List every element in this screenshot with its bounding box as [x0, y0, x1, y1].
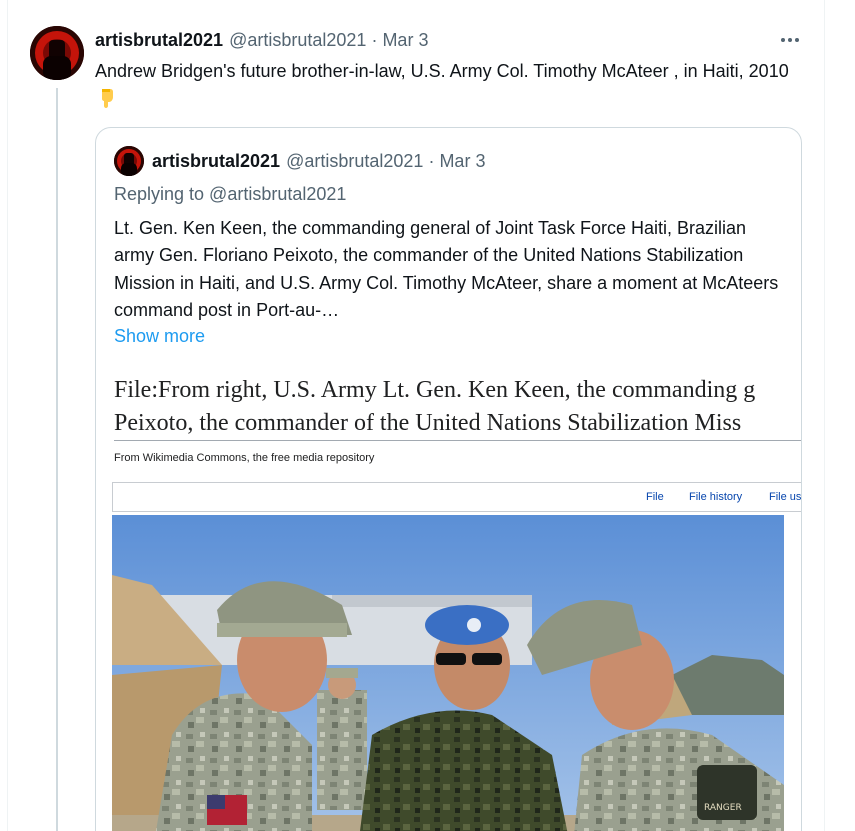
wiki-tabs-bar: File File history File usa — [112, 482, 801, 512]
backhand-index-pointing-down-icon — [102, 89, 113, 108]
separator-dot: · — [371, 29, 378, 50]
quoted-tweet-card[interactable]: artisbrutal2021 @artisbrutal2021 · Mar 3… — [95, 127, 802, 831]
tweet-header: artisbrutal2021 @artisbrutal2021 · Mar 3 — [95, 28, 428, 52]
author-name[interactable]: artisbrutal2021 — [95, 30, 223, 51]
wiki-tab-file[interactable]: File — [646, 491, 664, 503]
wiki-subtitle: From Wikimedia Commons, the free media r… — [114, 452, 375, 464]
soldiers-photo: RANGER — [112, 515, 784, 831]
quoted-tweet-text: Lt. Gen. Ken Keen, the commanding genera… — [114, 218, 779, 320]
tweet-date[interactable]: Mar 3 — [382, 30, 428, 51]
author-handle[interactable]: @artisbrutal2021 — [229, 30, 366, 51]
more-dot-icon — [788, 38, 792, 42]
wiki-title-line-2: Peixoto, the commander of the United Nat… — [114, 410, 742, 436]
more-options-button[interactable] — [776, 28, 804, 52]
ranger-patch-text: RANGER — [704, 803, 742, 813]
wiki-title-line-1: File:From right, U.S. Army Lt. Gen. Ken … — [114, 377, 756, 403]
wiki-title-divider — [114, 440, 801, 441]
wiki-tab-file-history[interactable]: File history — [689, 491, 742, 503]
separator-dot: · — [428, 150, 435, 171]
thread-line — [56, 88, 58, 831]
author-avatar[interactable] — [30, 26, 84, 80]
right-border — [824, 0, 825, 831]
left-border — [7, 0, 8, 831]
more-dot-icon — [781, 38, 785, 42]
tweet-media-image[interactable]: File:From right, U.S. Army Lt. Gen. Ken … — [96, 360, 801, 831]
wiki-file-title: File:From right, U.S. Army Lt. Gen. Ken … — [114, 374, 801, 440]
replying-to-label: Replying to @artisbrutal2021 — [114, 184, 347, 204]
tweet-text: Andrew Bridgen's future brother-in-law, … — [95, 58, 795, 112]
more-dot-icon — [795, 38, 799, 42]
tweet-body: Andrew Bridgen's future brother-in-law, … — [95, 61, 789, 81]
quoted-author-avatar[interactable] — [114, 146, 144, 176]
quoted-author-handle[interactable]: @artisbrutal2021 — [286, 151, 423, 172]
quoted-tweet-date[interactable]: Mar 3 — [439, 151, 485, 172]
quoted-author-name[interactable]: artisbrutal2021 — [152, 151, 280, 172]
show-more-link[interactable]: Show more — [114, 326, 205, 347]
quoted-tweet-header: artisbrutal2021 @artisbrutal2021 · Mar 3 — [152, 149, 485, 173]
wiki-tab-file-usage[interactable]: File usa — [769, 491, 801, 503]
